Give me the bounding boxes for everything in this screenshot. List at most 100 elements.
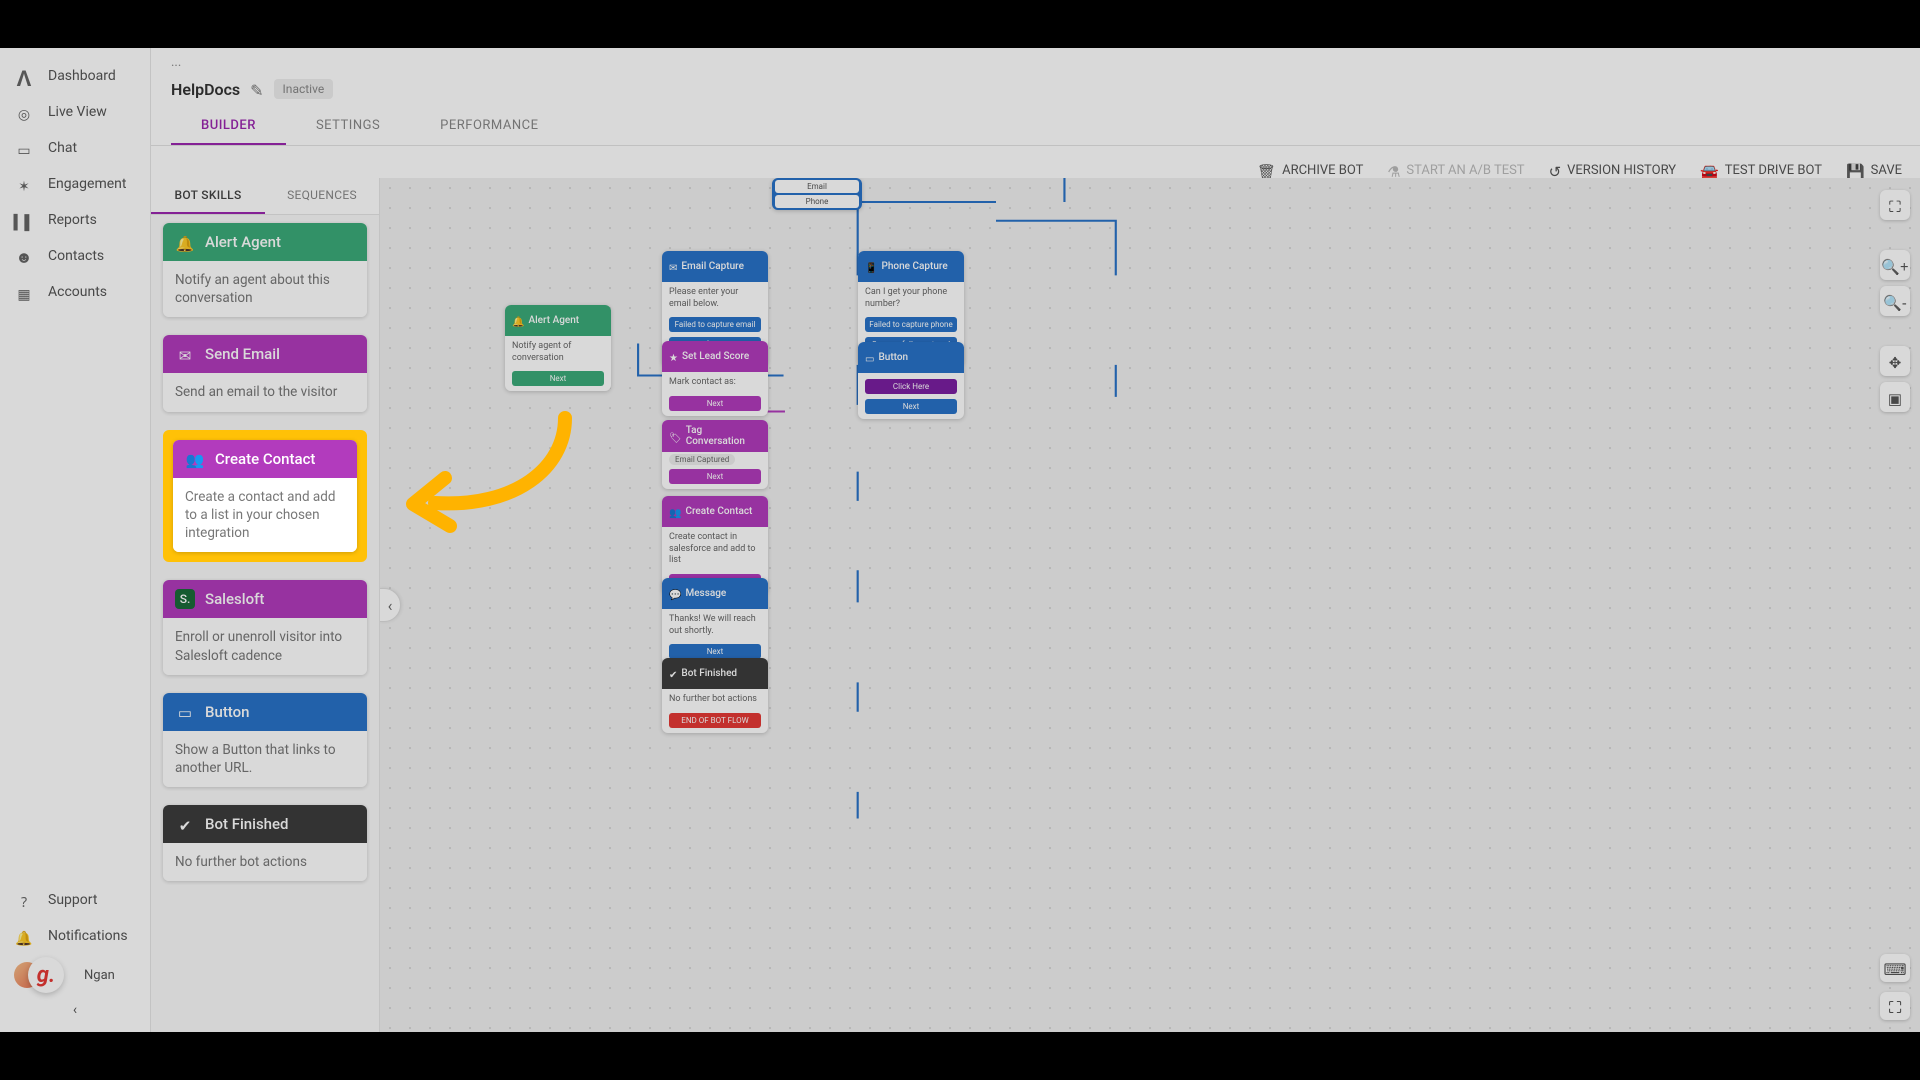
- main-tabs: BUILDER SETTINGS PERFORMANCE: [151, 108, 1920, 146]
- sidebar-item-reports[interactable]: ▍▌ Reports: [0, 202, 150, 238]
- node-message[interactable]: 💬 Message Thanks! We will reach out short…: [662, 578, 768, 664]
- node-title: Phone Capture: [881, 261, 947, 272]
- skill-salesloft[interactable]: S. Salesloft Enroll or unenroll visitor i…: [163, 580, 367, 674]
- flow-canvas[interactable]: Email Phone ✉Email Capture Please enter …: [380, 178, 1920, 1032]
- salesloft-icon: S.: [175, 589, 195, 609]
- zoom-out-button[interactable]: 🔍-: [1880, 286, 1910, 316]
- chat-icon: ▭: [14, 138, 34, 158]
- tag-chip: Email Captured: [669, 454, 735, 465]
- node-body: Create contact in salesforce and add to …: [662, 527, 768, 572]
- sidebar-item-engagement[interactable]: ✶ Engagement: [0, 166, 150, 202]
- sidebar-item-live-view[interactable]: ◎ Live View: [0, 94, 150, 130]
- node-out-next[interactable]: Next: [865, 399, 957, 414]
- skill-title: Bot Finished: [205, 815, 289, 833]
- sidebar: Λ Dashboard ◎ Live View ▭ Chat ✶ Engagem…: [0, 48, 151, 1032]
- sidebar-item-contacts[interactable]: ☻ Contacts: [0, 238, 150, 274]
- expand-button[interactable]: ⛶: [1880, 992, 1910, 1020]
- engagement-icon: ✶: [14, 174, 34, 194]
- mail-icon: ✉: [669, 256, 677, 277]
- fullscreen-icon[interactable]: ⛶: [1880, 190, 1910, 220]
- bot-name: HelpDocs: [171, 80, 240, 99]
- node-bot-finished[interactable]: ✔Bot Finished No further bot actions END…: [662, 658, 768, 733]
- check-circle-icon: ✔: [669, 663, 677, 684]
- node-title: Tag Conversation: [686, 425, 761, 447]
- skill-alert-agent[interactable]: 🔔Alert Agent Notify an agent about this …: [163, 223, 367, 317]
- canvas-controls: ⛶ 🔍+ 🔍- ✥ ▣: [1880, 190, 1910, 412]
- node-alert-agent[interactable]: 🔔Alert Agent Notify agent of conversatio…: [505, 305, 611, 391]
- sidebar-item-notifications[interactable]: 🔔 Notifications: [0, 918, 150, 954]
- chat-icon: 💬: [669, 583, 681, 604]
- sidebar-label: Dashboard: [48, 68, 116, 84]
- node-body: No further bot actions: [662, 689, 768, 711]
- skill-desc: No further bot actions: [163, 843, 367, 881]
- sidebar-label: Live View: [48, 104, 107, 120]
- skill-button[interactable]: ▭ Button Show a Button that links to anot…: [163, 693, 367, 787]
- node-out-fail[interactable]: Failed to capture phone: [865, 317, 957, 332]
- bell-icon: 🔔: [175, 232, 195, 252]
- node-title: Bot Finished: [681, 668, 737, 679]
- node-entry[interactable]: Email Phone: [772, 178, 862, 210]
- sidebar-item-chat[interactable]: ▭ Chat: [0, 130, 150, 166]
- sidebar-item-support[interactable]: ? Support: [0, 882, 150, 918]
- skill-desc: Enroll or unenroll visitor into Saleslof…: [163, 618, 367, 674]
- node-title: Message: [685, 588, 726, 599]
- person-add-icon: 👥: [185, 449, 205, 469]
- sidebar-user[interactable]: g. Ngan: [0, 954, 150, 996]
- node-tag-conversation[interactable]: 🏷Tag Conversation Email Captured Next: [662, 420, 768, 489]
- slot-email[interactable]: Email: [775, 180, 859, 193]
- skill-desc: Show a Button that links to another URL.: [163, 731, 367, 787]
- skill-bot-finished[interactable]: ✔Bot Finished No further bot actions: [163, 805, 367, 881]
- user-name: Ngan: [84, 968, 115, 983]
- panel-tab-bot-skills[interactable]: BOT SKILLS: [151, 178, 265, 214]
- skill-title: Salesloft: [205, 590, 264, 608]
- node-title: Alert Agent: [528, 315, 579, 326]
- tag-icon: 🏷: [669, 426, 682, 447]
- highlight-create-contact: 👥Create Contact Create a contact and add…: [163, 430, 367, 563]
- skill-send-email[interactable]: ✉Send Email Send an email to the visitor: [163, 335, 367, 411]
- skills-list[interactable]: 🔔Alert Agent Notify an agent about this …: [151, 215, 379, 1032]
- star-icon: ★: [669, 346, 678, 367]
- tab-builder[interactable]: BUILDER: [171, 108, 286, 145]
- button-icon: ▭: [175, 702, 195, 722]
- skill-title: Send Email: [205, 345, 280, 363]
- node-out-fail[interactable]: Failed to capture email: [669, 317, 761, 332]
- skill-create-contact[interactable]: 👥Create Contact Create a contact and add…: [173, 440, 357, 553]
- contacts-icon: ☻: [14, 246, 34, 266]
- skill-desc: Send an email to the visitor: [163, 373, 367, 411]
- node-button[interactable]: ▭Button Click Here Next: [858, 342, 964, 419]
- toolbar-label: SAVE: [1871, 163, 1902, 178]
- node-body: Notify agent of conversation: [505, 336, 611, 369]
- node-title: Button: [878, 352, 908, 363]
- sidebar-label: Engagement: [48, 176, 126, 192]
- toolbar-label: ARCHIVE BOT: [1282, 163, 1363, 178]
- node-body: Thanks! We will reach out shortly.: [662, 609, 768, 642]
- panel-tab-sequences[interactable]: SEQUENCES: [265, 178, 379, 214]
- node-click-here[interactable]: Click Here: [865, 379, 957, 394]
- grammarly-badge: g.: [28, 957, 64, 993]
- reports-icon: ▍▌: [14, 210, 34, 230]
- fit-view-button[interactable]: ✥: [1880, 346, 1910, 376]
- keyboard-shortcuts-button[interactable]: ⌨: [1880, 954, 1910, 982]
- slot-phone[interactable]: Phone: [775, 195, 859, 208]
- node-body: Please enter your email below.: [662, 282, 768, 315]
- sidebar-collapse[interactable]: ‹: [0, 996, 150, 1024]
- tab-performance[interactable]: PERFORMANCE: [410, 108, 568, 145]
- sidebar-item-dashboard[interactable]: Λ Dashboard: [0, 58, 150, 94]
- node-title: Create Contact: [685, 506, 752, 517]
- edit-name-icon[interactable]: ✎: [250, 73, 263, 106]
- tab-settings[interactable]: SETTINGS: [286, 108, 410, 145]
- toolbar-label: VERSION HISTORY: [1567, 163, 1676, 178]
- skill-desc: Create a contact and add to a list in yo…: [173, 478, 357, 553]
- logo-icon: Λ: [14, 66, 34, 86]
- node-lead-score[interactable]: ★Set Lead Score Mark contact as: Next: [662, 341, 768, 416]
- sidebar-label: Contacts: [48, 248, 104, 264]
- node-out-next[interactable]: Next: [512, 371, 604, 386]
- person-add-icon: 👥: [669, 501, 681, 522]
- node-out-next[interactable]: Next: [669, 396, 761, 411]
- sidebar-item-accounts[interactable]: ▦ Accounts: [0, 274, 150, 310]
- center-view-button[interactable]: ▣: [1880, 382, 1910, 412]
- zoom-in-button[interactable]: 🔍+: [1880, 250, 1910, 280]
- sidebar-label: Reports: [48, 212, 97, 228]
- node-out-next[interactable]: Next: [669, 469, 761, 484]
- skill-title: Button: [205, 703, 250, 721]
